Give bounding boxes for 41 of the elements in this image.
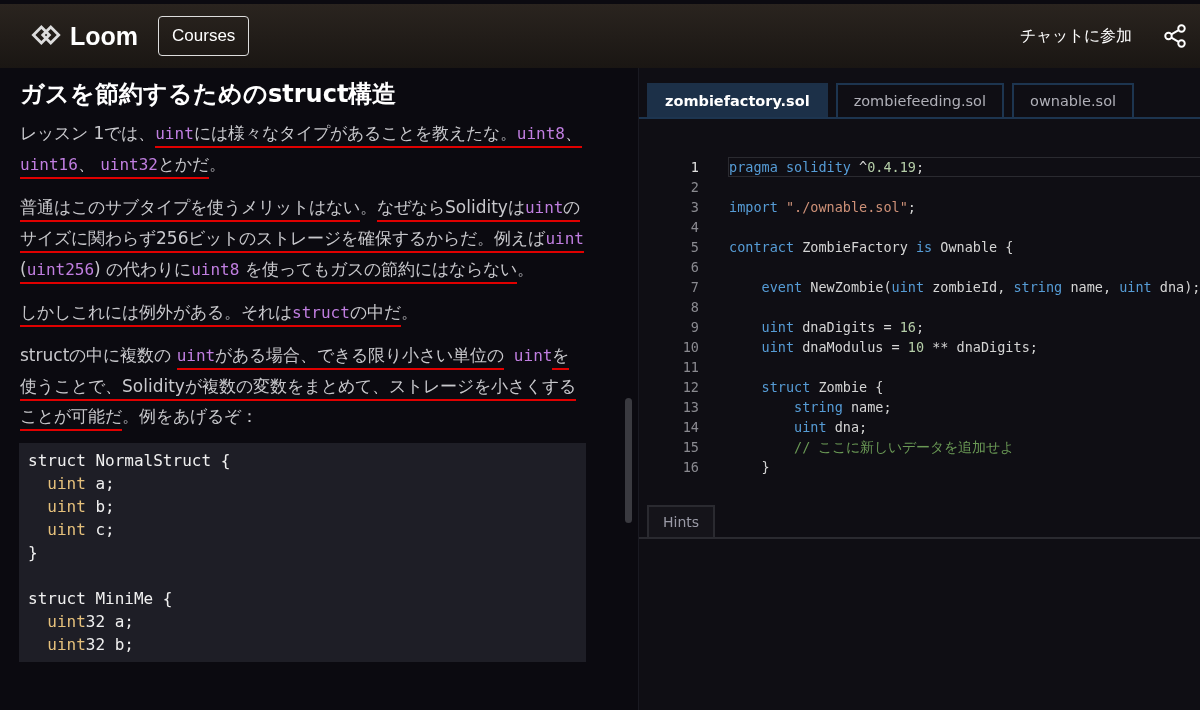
code-line: struct Zombie {: [760, 378, 885, 397]
line-number: 15: [681, 439, 699, 455]
lesson-title: ガスを節約するためのstruct構造: [20, 79, 398, 110]
code-example: struct NormalStruct { uint a; uint b; uint c; } struct MiniMe { uint32 a; uint32 b;: [19, 443, 586, 662]
join-chat-link[interactable]: チャットに参加: [1020, 25, 1132, 47]
hints-tab[interactable]: Hints: [647, 505, 716, 537]
code-line: string name;: [793, 398, 893, 417]
line-number: 8: [689, 299, 699, 315]
code-line: uint dna;: [793, 418, 869, 437]
code-line: event NewZombie(uint zombieId, string name, uint dna);: [760, 278, 1200, 297]
code-line: import "./ownable.sol";: [728, 198, 917, 217]
paragraph: レッスン 1では、uintには様々なタイプがあることを教えたな。uint8、 uint16、 uint32 とかだ。: [20, 118, 586, 180]
line-number: 2: [689, 179, 699, 195]
paragraph: しかしこれには例外がある。それはstructの中だ。: [20, 297, 586, 328]
line-number: 10: [681, 339, 699, 355]
line-number: 11: [681, 359, 699, 375]
line-number: 14: [681, 419, 699, 435]
code-line: uint dnaModulus = 10 ** dnaDigits;: [760, 338, 1039, 357]
courses-button[interactable]: Courses: [158, 16, 250, 56]
line-number: 6: [689, 259, 699, 275]
brand-name[interactable]: Loom: [70, 21, 139, 51]
line-number: 9: [689, 319, 699, 335]
share-icon[interactable]: [1162, 23, 1188, 49]
code-line: contract ZombieFactory is Ownable {: [728, 238, 1015, 257]
line-number: 13: [681, 399, 699, 415]
code-line: }: [760, 458, 771, 477]
paragraph: structの中に複数の uintがある場合、できる限り小さい単位の uintを使うことで、Solidityが複数の変数をまとめて、ストレージを小さくすることが可能だ。例をあげるぞ：: [20, 340, 586, 431]
code-line: uint dnaDigits = 16;: [760, 318, 926, 337]
paragraph: 普通はこのサブタイプを使うメリットはない。なぜならSolidityはuintのサイズに関わらず256ビットのストレージを確保するからだ。例えばuint (uint256) の代わりにuint8 を使ってもガスの節約にはならない。: [20, 192, 586, 285]
code-line: // ここに新しいデータを追加せよ: [793, 438, 1016, 457]
line-number: 3: [689, 199, 699, 215]
line-number: 12: [681, 379, 699, 395]
file-tab[interactable]: zombiefeeding.sol: [835, 83, 1005, 117]
line-number: 4: [689, 219, 699, 235]
line-number: 1: [689, 159, 699, 175]
line-number: 5: [689, 239, 699, 255]
file-tab[interactable]: ownable.sol: [1012, 83, 1135, 117]
file-tab[interactable]: zombiefactory.sol: [647, 83, 828, 117]
line-number: 16: [681, 459, 699, 475]
line-number: 7: [689, 279, 699, 295]
scrollbar-thumb[interactable]: [625, 398, 632, 523]
